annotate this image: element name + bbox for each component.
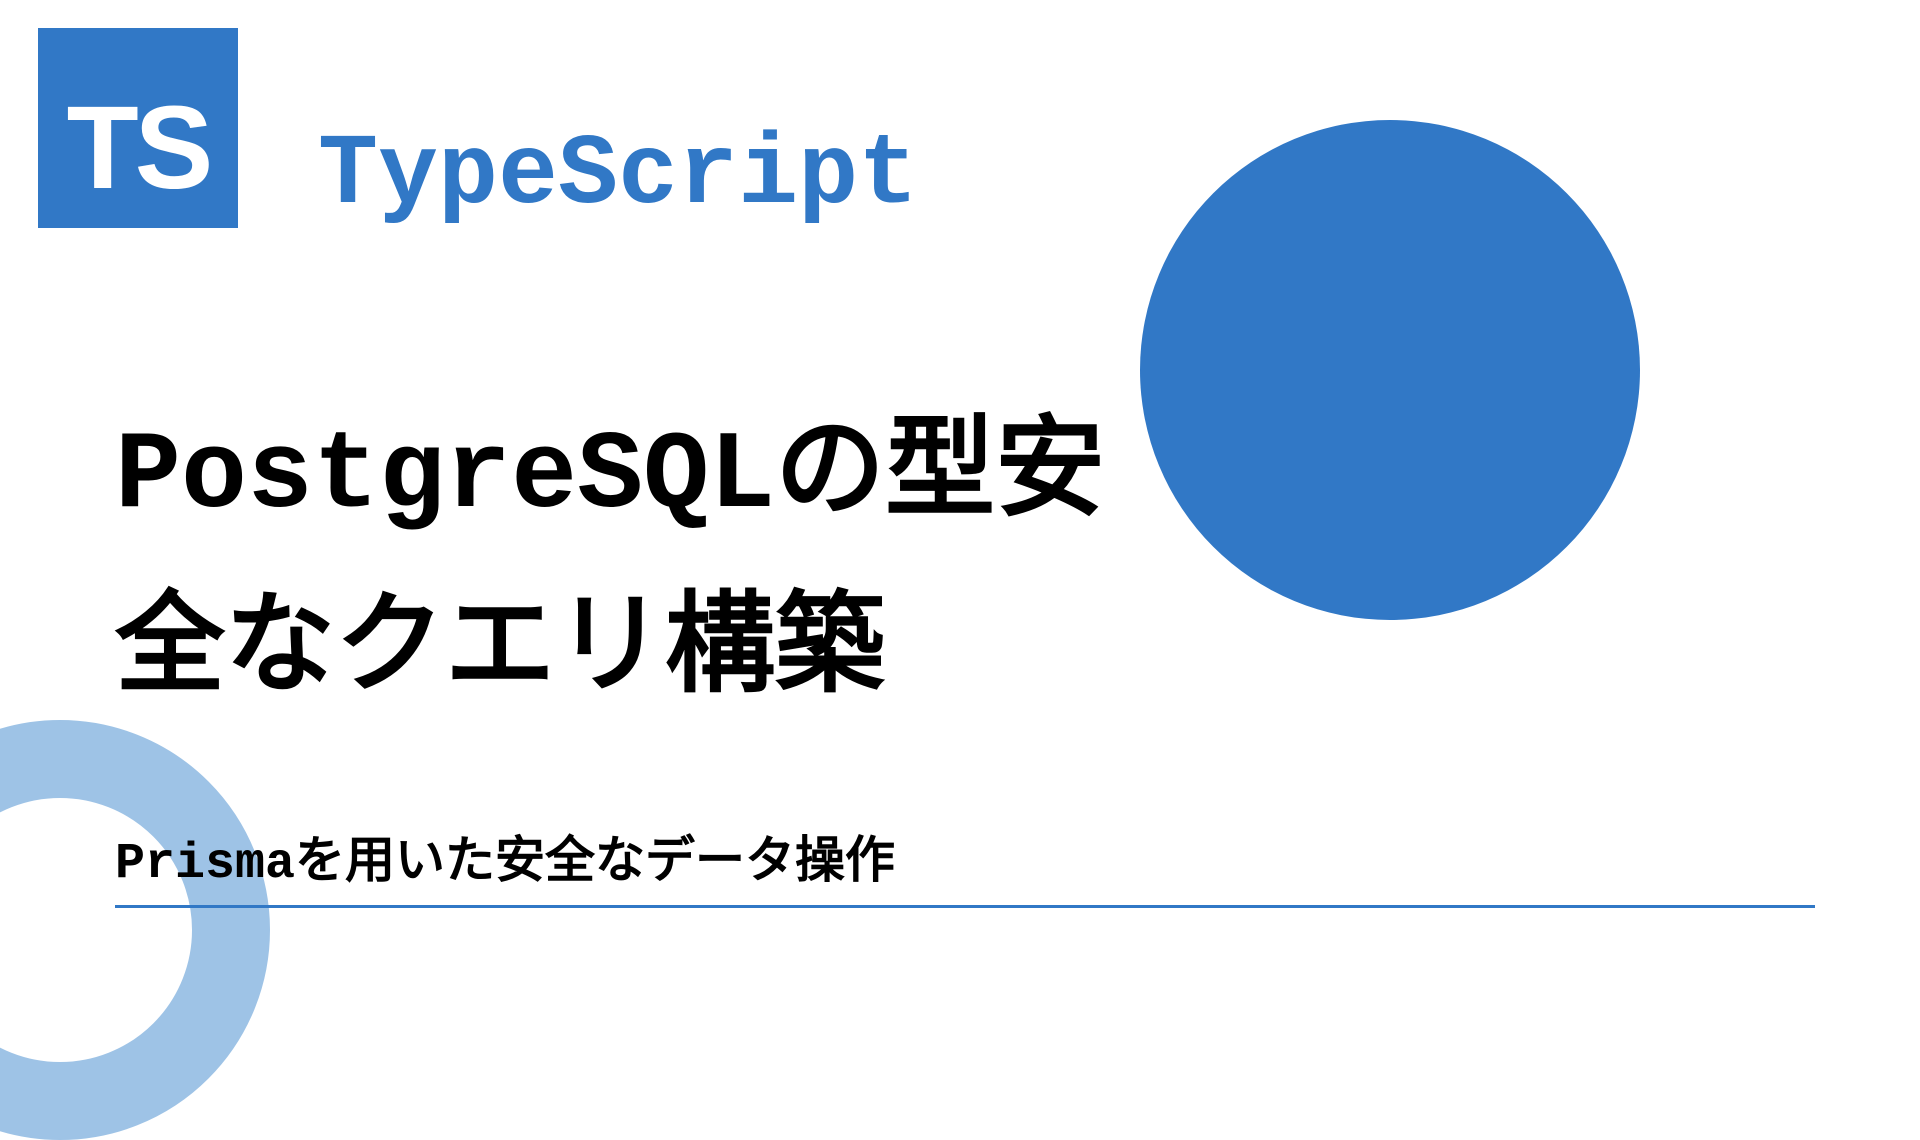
decorative-circle-large (1140, 120, 1640, 620)
typescript-logo: TS (38, 28, 238, 228)
decorative-ring (0, 720, 270, 1140)
subtitle-underline (115, 905, 1815, 908)
brand-name: TypeScript (318, 120, 918, 233)
slide-subtitle: Prismaを用いた安全なデータ操作 (115, 820, 895, 893)
slide-title: PostgreSQLの型安全なクエリ構築 (115, 390, 1175, 742)
logo-text: TS (67, 80, 210, 216)
